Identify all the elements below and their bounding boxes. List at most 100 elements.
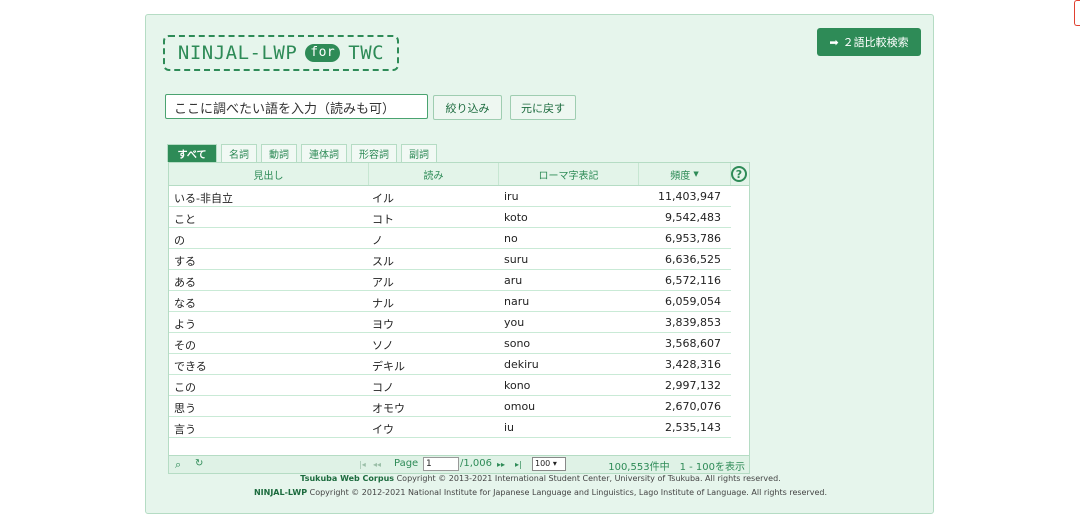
tab-label: 形容詞 bbox=[359, 150, 389, 161]
cell-frequency: 3,428,316 bbox=[665, 358, 721, 371]
cell-romaji: you bbox=[504, 316, 525, 329]
reset-button-label: 元に戻す bbox=[521, 101, 565, 115]
column-header-reading[interactable]: 読み bbox=[369, 163, 499, 185]
table-row[interactable]: 言う イウ iu 2,535,143 bbox=[169, 417, 731, 438]
column-header-romaji[interactable]: ローマ字表記 bbox=[499, 163, 639, 185]
cell-headword: なる bbox=[174, 297, 196, 310]
cell-frequency: 6,572,116 bbox=[665, 274, 721, 287]
cell-reading: イウ bbox=[372, 423, 394, 436]
logo-twc-text: TWC bbox=[348, 42, 385, 64]
pager-bar: ⌕ ↻ |◂ ◂◂ Page 1 /1,006 ▸▸ ▸| 100 ▾ 100,… bbox=[168, 455, 750, 474]
table-row[interactable]: いる-非自立 イル iru 11,403,947 bbox=[169, 186, 731, 207]
cell-reading: スル bbox=[372, 255, 394, 268]
tab-label: 連体詞 bbox=[309, 150, 339, 161]
tab-label: 副詞 bbox=[409, 150, 429, 161]
filter-button-label: 絞り込み bbox=[445, 101, 490, 115]
column-header-frequency[interactable]: 頻度 ▼ bbox=[639, 163, 731, 185]
tab-all[interactable]: すべて bbox=[167, 144, 217, 162]
cell-romaji: iu bbox=[504, 421, 515, 434]
magnifier-icon[interactable]: ⌕ bbox=[175, 458, 181, 472]
footer-brand-lwp: NINJAL-LWP bbox=[253, 488, 308, 497]
table-row[interactable]: ある アル aru 6,572,116 bbox=[169, 270, 731, 291]
cell-headword: の bbox=[174, 234, 185, 247]
cell-romaji: suru bbox=[504, 253, 529, 266]
cell-romaji: sono bbox=[504, 337, 531, 350]
cell-frequency: 6,953,786 bbox=[665, 232, 721, 245]
table-row[interactable]: の ノ no 6,953,786 bbox=[169, 228, 731, 249]
tab-adjective[interactable]: 形容詞 bbox=[351, 144, 397, 162]
table-row[interactable]: なる ナル naru 6,059,054 bbox=[169, 291, 731, 312]
rows-per-page-select[interactable]: 100 ▾ bbox=[532, 457, 566, 471]
scrollbar-marker bbox=[1074, 0, 1080, 26]
refresh-icon[interactable]: ↻ bbox=[195, 458, 203, 469]
cell-romaji: kono bbox=[504, 379, 531, 392]
cell-reading: ノ bbox=[372, 234, 383, 247]
pos-tabs: すべて 名詞 動詞 連体詞 形容詞 副詞 bbox=[167, 144, 441, 162]
cell-headword: ある bbox=[174, 276, 196, 289]
tab-adverb[interactable]: 副詞 bbox=[401, 144, 437, 162]
table-row[interactable]: その ソノ sono 3,568,607 bbox=[169, 333, 731, 354]
chevron-down-icon: ▾ bbox=[552, 459, 557, 468]
cell-romaji: iru bbox=[504, 190, 519, 203]
logo-for-badge: for bbox=[305, 44, 341, 62]
rows-per-page-value: 100 bbox=[535, 459, 551, 468]
footer-copyright-1: Copyright © 2013-2021 International Stud… bbox=[394, 474, 781, 483]
page-label: Page bbox=[394, 458, 419, 469]
record-summary: 100,553件中 1 - 100を表示 bbox=[608, 462, 745, 473]
table-row[interactable]: こと コト koto 9,542,483 bbox=[169, 207, 731, 228]
reset-button[interactable]: 元に戻す bbox=[510, 95, 576, 120]
tab-adnominal[interactable]: 連体詞 bbox=[301, 144, 347, 162]
cell-frequency: 6,059,054 bbox=[665, 295, 721, 308]
cell-reading: コノ bbox=[372, 381, 394, 394]
footer-copyright-2: Copyright © 2012-2021 National Institute… bbox=[307, 488, 828, 497]
cell-romaji: dekiru bbox=[504, 358, 539, 371]
cell-frequency: 9,542,483 bbox=[665, 211, 721, 224]
logo-main-text: NINJAL-LWP bbox=[177, 42, 298, 64]
app-logo[interactable]: NINJAL-LWP for TWC bbox=[163, 35, 399, 71]
column-header-label: 頻度 bbox=[670, 170, 691, 182]
cell-headword: この bbox=[174, 381, 196, 394]
tab-noun[interactable]: 名詞 bbox=[221, 144, 257, 162]
cell-romaji: no bbox=[504, 232, 518, 245]
cell-headword: こと bbox=[174, 213, 196, 226]
column-header-label: 読み bbox=[423, 170, 444, 182]
table-row[interactable]: よう ヨウ you 3,839,853 bbox=[169, 312, 731, 333]
cell-frequency: 11,403,947 bbox=[658, 190, 721, 203]
filter-button[interactable]: 絞り込み bbox=[433, 95, 502, 120]
tab-verb[interactable]: 動詞 bbox=[261, 144, 297, 162]
column-header-label: ローマ字表記 bbox=[538, 170, 599, 182]
cell-headword: いる-非自立 bbox=[174, 192, 233, 205]
cell-reading: アル bbox=[372, 276, 394, 289]
cell-romaji: omou bbox=[504, 400, 536, 413]
first-page-icon[interactable]: |◂ bbox=[359, 460, 366, 469]
table-header: 見出し 読み ローマ字表記 頻度 ▼ ? bbox=[169, 163, 749, 186]
cell-frequency: 2,997,132 bbox=[665, 379, 721, 392]
results-table: 見出し 読み ローマ字表記 頻度 ▼ ? いる-非自立 イル iru 11,403,9… bbox=[168, 162, 750, 461]
next-page-icon[interactable]: ▸▸ bbox=[497, 460, 505, 469]
cell-reading: デキル bbox=[372, 360, 405, 373]
prev-page-icon[interactable]: ◂◂ bbox=[373, 460, 381, 469]
compare-button-label: ２語比較検索 bbox=[842, 36, 909, 49]
search-input[interactable]: ここに調べたい語を入力（読みも可） bbox=[165, 94, 428, 119]
table-row[interactable]: する スル suru 6,636,525 bbox=[169, 249, 731, 270]
help-icon[interactable]: ? bbox=[731, 166, 747, 182]
cell-romaji: naru bbox=[504, 295, 530, 308]
cell-reading: オモウ bbox=[372, 402, 405, 415]
two-word-compare-button[interactable]: ➡ ２語比較検索 bbox=[817, 28, 921, 56]
column-header-headword[interactable]: 見出し bbox=[169, 163, 369, 185]
footer-line-1: Tsukuba Web Corpus Copyright © 2013-2021… bbox=[146, 474, 935, 483]
cell-frequency: 3,839,853 bbox=[665, 316, 721, 329]
cell-reading: ナル bbox=[372, 297, 394, 310]
table-row[interactable]: この コノ kono 2,997,132 bbox=[169, 375, 731, 396]
tab-label: 名詞 bbox=[229, 150, 249, 161]
page-number-input[interactable]: 1 bbox=[423, 457, 459, 471]
sort-desc-icon: ▼ bbox=[693, 170, 699, 178]
cell-romaji: aru bbox=[504, 274, 523, 287]
tab-label: 動詞 bbox=[269, 150, 289, 161]
table-row[interactable]: できる デキル dekiru 3,428,316 bbox=[169, 354, 731, 375]
cell-reading: イル bbox=[372, 192, 394, 205]
table-row[interactable]: 思う オモウ omou 2,670,076 bbox=[169, 396, 731, 417]
last-page-icon[interactable]: ▸| bbox=[515, 460, 522, 469]
cell-frequency: 2,535,143 bbox=[665, 421, 721, 434]
cell-reading: ソノ bbox=[372, 339, 394, 352]
